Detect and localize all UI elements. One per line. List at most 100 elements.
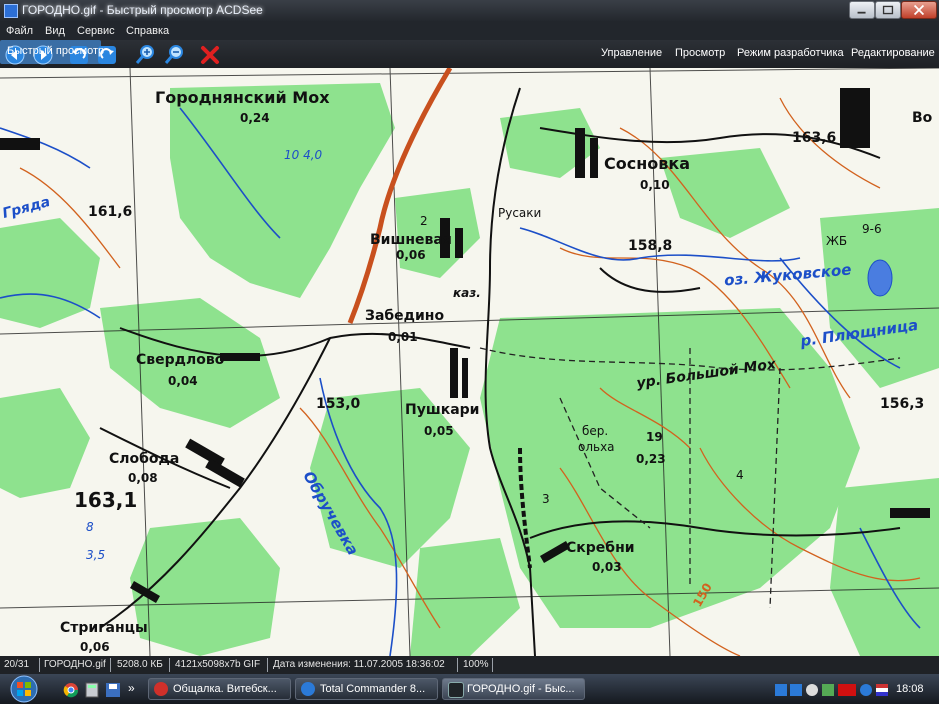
security-tray-icon[interactable]: [822, 684, 834, 696]
label-vishnevaya: Вишневая: [370, 232, 452, 248]
clock[interactable]: 18:08: [896, 683, 924, 695]
label-vo: Во: [912, 110, 933, 126]
ati-tray-icon[interactable]: [838, 684, 856, 696]
label-val-3: 3: [542, 492, 550, 506]
label-pushkari: Пушкари: [405, 402, 480, 418]
floppy-icon: [106, 683, 120, 697]
label-val-023: 0,23: [636, 452, 666, 466]
update-tray-icon[interactable]: [860, 684, 872, 696]
label-skrebni: Скребни: [566, 540, 635, 556]
zoom-in-button[interactable]: [134, 44, 156, 66]
close-button[interactable]: [901, 1, 937, 19]
quicklaunch-more[interactable]: »: [128, 681, 135, 695]
chrome-quicklaunch[interactable]: [63, 682, 79, 698]
label-skrebni-value: 0,03: [592, 560, 622, 574]
label-zabedino: Забедино: [365, 308, 445, 324]
close-x-icon: [201, 46, 219, 64]
label-sloboda-value: 0,08: [128, 471, 158, 485]
label-height-163-1: 163,1: [74, 488, 138, 512]
label-val-3-5: 3,5: [86, 548, 106, 562]
opera-icon: [154, 682, 168, 696]
task-total-commander-label: Total Commander 8...: [320, 683, 426, 695]
menu-help[interactable]: Справка: [126, 25, 169, 37]
restore-icon: [882, 5, 894, 15]
status-separator: [39, 658, 40, 672]
menu-view[interactable]: Вид: [45, 25, 65, 37]
zoom-in-icon: [135, 45, 154, 64]
language-tray-icon[interactable]: [876, 684, 888, 696]
calculator-quicklaunch[interactable]: [84, 682, 100, 698]
close-icon: [913, 4, 925, 16]
label-striganty-value: 0,06: [80, 640, 110, 654]
label-sosnovka-value: 0,10: [640, 178, 670, 192]
chrome-icon: [63, 683, 79, 698]
acdsee-window: ГОРОДНО.gif - Быстрый просмотр ACDSee Фа…: [0, 0, 939, 704]
label-zhb: ЖБ: [826, 234, 848, 248]
maximize-button[interactable]: [875, 1, 901, 19]
label-gorodnyanskiy-value: 0,24: [240, 111, 270, 125]
status-separator: [110, 658, 111, 672]
task-opera[interactable]: Общалка. Витебск...: [148, 678, 291, 700]
task-total-commander[interactable]: Total Commander 8...: [295, 678, 438, 700]
label-kaz: каз.: [453, 286, 481, 300]
label-zabedino-value: 0,01: [388, 330, 418, 344]
toolbar: Быстрый просмотр Управление Просмотр Реж…: [0, 40, 939, 68]
label-height-163-6: 163,6: [792, 130, 837, 146]
status-separator: [457, 658, 458, 672]
menu-file[interactable]: Файл: [6, 25, 33, 37]
task-opera-label: Общалка. Витебск...: [173, 683, 277, 695]
volume-tray-icon[interactable]: [806, 684, 818, 696]
task-acdsee[interactable]: ГОРОДНО.gif - Быс...: [442, 678, 585, 700]
mode-developer-tab[interactable]: Режим разработчика: [737, 47, 844, 59]
label-val-2: 2: [420, 214, 428, 228]
status-dimensions: 4121x5098x7b GIF: [175, 659, 261, 670]
label-rusaki: Русаки: [498, 206, 542, 220]
label-striganty: Стриганцы: [60, 620, 148, 636]
menu-tools[interactable]: Сервис: [77, 25, 115, 37]
label-height-161: 161,6: [88, 204, 133, 220]
mode-edit-tab[interactable]: Редактирование: [851, 47, 935, 59]
app-icon: [4, 4, 18, 18]
label-val-9-6: 9-6: [862, 222, 882, 236]
minimize-button[interactable]: [849, 1, 875, 19]
label-val-10-4: 10 4,0: [284, 148, 323, 162]
mode-quick-view-label: Быстрый просмотр: [7, 45, 105, 57]
total-commander-icon: [301, 682, 315, 696]
calculator-icon: [85, 682, 99, 698]
label-sverdlovo: Свердлово: [136, 352, 225, 368]
status-zoom: 100%: [463, 659, 489, 670]
close-view-button[interactable]: [199, 44, 221, 66]
status-separator: [492, 658, 493, 672]
label-val-8: 8: [86, 520, 94, 534]
task-acdsee-label: ГОРОДНО.gif - Быс...: [467, 683, 575, 695]
label-sverdlovo-value: 0,04: [168, 374, 198, 388]
label-height-158: 158,8: [628, 238, 673, 254]
status-separator: [267, 658, 268, 672]
map-image-viewport[interactable]: Городнянский Мох 0,24 Сосновка 0,10 Вишн…: [0, 68, 939, 656]
status-filename: ГОРОДНО.gif: [44, 659, 106, 670]
label-pushkari-value: 0,05: [424, 424, 454, 438]
status-filesize: 5208.0 КБ: [117, 659, 163, 670]
taskbar: » Общалка. Витебск... Total Commander 8.…: [0, 674, 939, 704]
zoom-out-button[interactable]: [163, 44, 185, 66]
label-val-4: 4: [736, 468, 744, 482]
menu-bar: Файл Вид Сервис Справка: [0, 22, 939, 40]
status-modified: Дата изменения: 11.07.2005 18:36:02: [273, 659, 445, 670]
start-button[interactable]: [5, 674, 43, 704]
label-ber: бер.: [582, 424, 609, 438]
zoom-out-icon: [164, 45, 183, 64]
mode-view-tab[interactable]: Просмотр: [675, 47, 725, 59]
label-height-153: 153,0: [316, 396, 361, 412]
label-olkha: ольха: [578, 440, 615, 454]
status-separator: [169, 658, 170, 672]
minimize-icon: [857, 11, 866, 14]
acdsee-icon: [448, 682, 464, 698]
windows-orb-icon: [10, 675, 38, 703]
display-tray-icon[interactable]: [790, 684, 802, 696]
network-tray-icon[interactable]: [775, 684, 787, 696]
status-bar: 20/31 ГОРОДНО.gif 5208.0 КБ 4121x5098x7b…: [0, 656, 939, 674]
save-quicklaunch[interactable]: [105, 682, 121, 698]
mode-manage-tab[interactable]: Управление: [601, 47, 662, 59]
label-gorodnyanskiy-mokh: Городнянский Мох: [155, 88, 330, 107]
title-bar[interactable]: ГОРОДНО.gif - Быстрый просмотр ACDSee: [0, 0, 939, 22]
